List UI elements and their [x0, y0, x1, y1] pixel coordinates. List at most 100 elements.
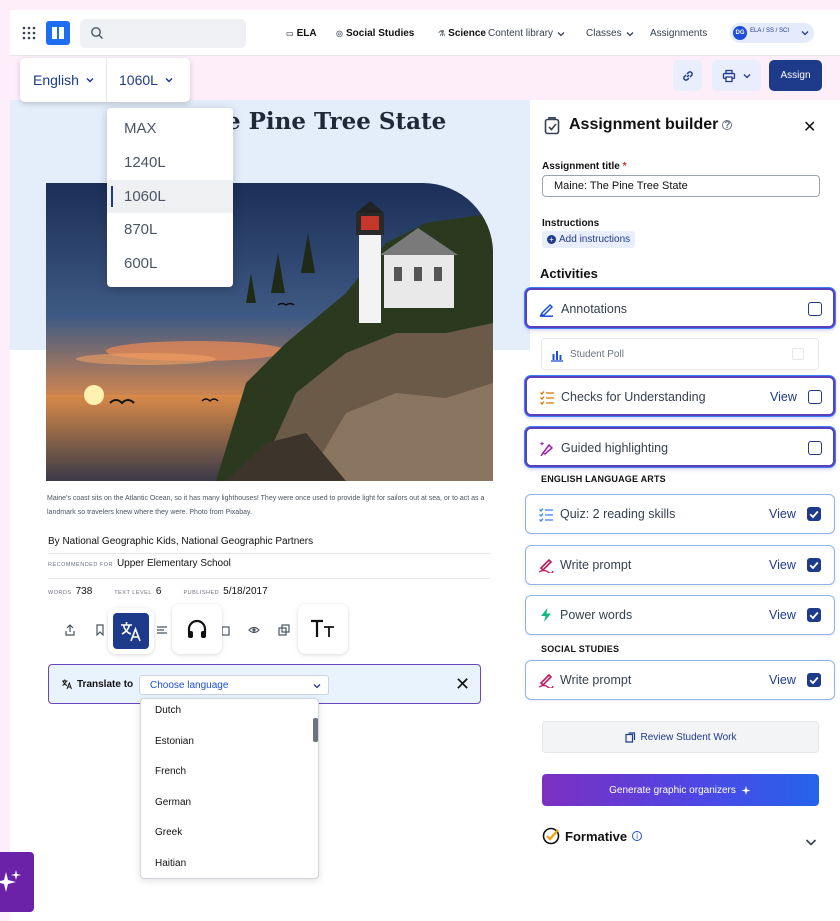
- formative-logo-icon: [542, 827, 560, 845]
- power-words-checkbox[interactable]: [807, 608, 821, 622]
- chevron-down-icon: [313, 684, 321, 689]
- view-link[interactable]: View: [769, 558, 796, 572]
- user-menu[interactable]: DG ELA / SS / SCI: [730, 23, 814, 43]
- ela-section-heading: ENGLISH LANGUAGE ARTS: [541, 474, 666, 484]
- sparkle-icon: [741, 785, 751, 795]
- copy-icon: [624, 731, 635, 743]
- view-link[interactable]: View: [769, 673, 796, 687]
- info-icon[interactable]: i: [632, 831, 643, 841]
- bar-chart-icon: [551, 351, 563, 362]
- search-input[interactable]: [80, 19, 246, 48]
- lexile-option-selected[interactable]: 1060L: [107, 180, 233, 213]
- info-icon[interactable]: ?: [722, 120, 733, 131]
- text-size-tool-button[interactable]: [298, 604, 348, 654]
- quiz-checkbox[interactable]: [807, 507, 821, 521]
- align-icon[interactable]: [156, 624, 168, 636]
- write-prompt-checkbox[interactable]: [807, 558, 821, 572]
- activity-quiz[interactable]: Quiz: 2 reading skills View: [525, 494, 835, 534]
- language-option[interactable]: French: [155, 766, 186, 777]
- view-link[interactable]: View: [770, 390, 797, 404]
- flask-icon: ⚗: [438, 29, 446, 38]
- checks-checkbox[interactable]: [808, 390, 822, 404]
- translate-tool-button[interactable]: [108, 608, 154, 654]
- article-title: e Pine Tree State: [226, 108, 447, 135]
- check-icon: [809, 676, 819, 685]
- lexile-menu: MAX 1240L 1060L 870L 600L: [107, 108, 233, 287]
- nav-science[interactable]: ⚗ Science: [438, 28, 486, 39]
- eye-icon[interactable]: [248, 624, 260, 636]
- divider: [106, 58, 107, 102]
- view-link[interactable]: View: [769, 507, 796, 521]
- language-option[interactable]: German: [155, 797, 191, 808]
- write-prompt-ss-checkbox[interactable]: [807, 673, 821, 687]
- view-link[interactable]: View: [769, 608, 796, 622]
- nav-ela[interactable]: ▭ ELA: [286, 28, 317, 39]
- nav-content-library[interactable]: Content library: [488, 28, 566, 39]
- bookmark-icon[interactable]: [94, 624, 106, 636]
- ela-icon: ▭: [286, 29, 294, 38]
- ai-assistant-button[interactable]: [0, 852, 34, 912]
- reading-level-toolbar: English 1060L: [20, 58, 190, 102]
- language-option[interactable]: Dutch: [155, 705, 181, 716]
- recommended-for: RECOMMENDED FOR Upper Elementary School: [48, 558, 231, 569]
- lightning-icon: [541, 608, 551, 622]
- language-option[interactable]: Estonian: [155, 736, 194, 747]
- guided-highlighting-checkbox[interactable]: [808, 441, 822, 455]
- article-byline: By National Geographic Kids, National Ge…: [48, 536, 314, 547]
- avatar: DG: [733, 26, 747, 40]
- nav-assignments[interactable]: Assignments: [650, 28, 707, 39]
- close-panel-icon[interactable]: ✕: [803, 117, 816, 137]
- activity-write-prompt[interactable]: Write prompt View: [525, 545, 835, 585]
- ss-section-heading: SOCIAL STUDIES: [541, 644, 620, 654]
- lexile-option[interactable]: 1240L: [107, 146, 233, 179]
- globe-icon: ◎: [336, 29, 343, 38]
- language-option[interactable]: Greek: [155, 827, 182, 838]
- chevron-down-icon[interactable]: [804, 835, 818, 849]
- pencil-icon: [539, 303, 554, 317]
- formative-section[interactable]: Formative i: [542, 827, 643, 845]
- add-instructions-button[interactable]: + Add instructions: [542, 231, 636, 248]
- panel-title: Assignment builder ?: [569, 116, 733, 133]
- assign-button[interactable]: Assign: [769, 60, 822, 91]
- layers-icon[interactable]: [278, 624, 290, 636]
- review-student-work-button[interactable]: Review Student Work: [542, 721, 819, 753]
- lexile-option[interactable]: 600L: [107, 247, 233, 280]
- app-grid-icon[interactable]: [22, 26, 36, 40]
- assignment-builder-icon: [544, 117, 560, 135]
- link-button[interactable]: [673, 60, 702, 91]
- language-option[interactable]: Haitian: [155, 858, 186, 869]
- language-select[interactable]: Choose language: [139, 675, 329, 695]
- assignment-title-input[interactable]: Maine: The Pine Tree State: [542, 175, 820, 197]
- activity-annotations[interactable]: Annotations: [525, 288, 835, 328]
- instructions-label: Instructions: [542, 218, 600, 229]
- activity-power-words[interactable]: Power words View: [525, 595, 835, 635]
- lexile-option[interactable]: MAX: [107, 112, 233, 145]
- divider: [48, 578, 490, 579]
- chevron-down-icon: [743, 73, 750, 78]
- annotations-checkbox[interactable]: [808, 302, 822, 316]
- photo-caption: Maine's coast sits on the Atlantic Ocean…: [47, 495, 485, 516]
- share-icon[interactable]: [64, 624, 76, 636]
- language-button[interactable]: English: [33, 58, 95, 102]
- activities-heading: Activities: [540, 266, 598, 281]
- nav-social-studies[interactable]: ◎ Social Studies: [336, 28, 414, 39]
- listen-tool-button[interactable]: [172, 604, 222, 654]
- activity-write-prompt-social-studies[interactable]: Write prompt View: [525, 660, 835, 700]
- print-button[interactable]: [712, 60, 761, 91]
- lexile-button[interactable]: 1060L: [119, 58, 174, 102]
- generate-graphic-organizers-button[interactable]: Generate graphic organizers: [542, 774, 819, 806]
- pen-icon: [538, 673, 554, 688]
- nav-classes[interactable]: Classes: [586, 28, 635, 39]
- activity-guided-highlighting[interactable]: Guided highlighting: [525, 427, 835, 467]
- newsela-logo[interactable]: [46, 21, 70, 45]
- close-icon[interactable]: ✕: [455, 674, 470, 695]
- student-poll-checkbox[interactable]: [792, 348, 804, 360]
- lexile-option[interactable]: 870L: [107, 213, 233, 246]
- scrollbar[interactable]: [313, 718, 318, 742]
- check-icon: [809, 561, 819, 570]
- translate-label: Translate to: [61, 678, 133, 690]
- checklist-icon: [540, 391, 554, 405]
- activity-checks-for-understanding[interactable]: Checks for Understanding View: [525, 376, 835, 416]
- translate-icon: [62, 679, 72, 690]
- activity-student-poll[interactable]: Student Poll: [541, 338, 819, 370]
